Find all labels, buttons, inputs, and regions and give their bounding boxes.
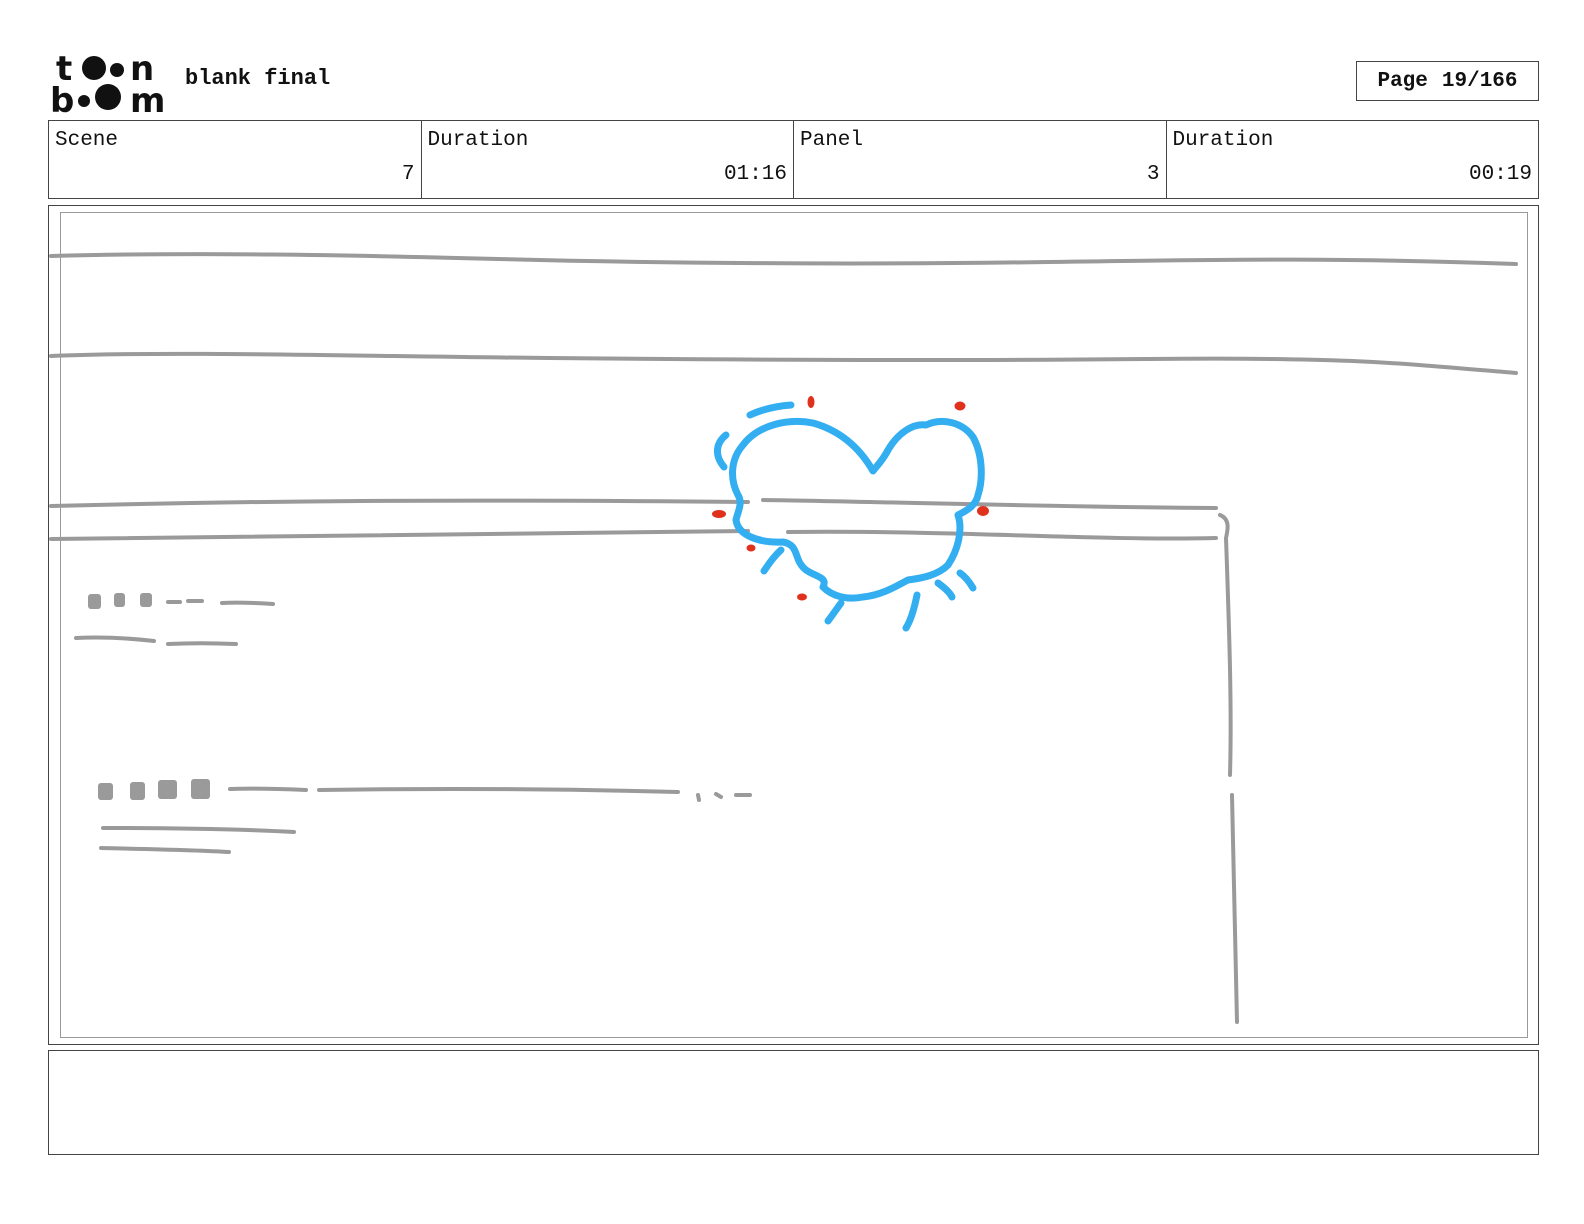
- sketch-mark: [114, 593, 125, 607]
- sketch-mark: [140, 593, 152, 607]
- impact-spark: [746, 544, 756, 552]
- impact-spark: [807, 396, 815, 408]
- sketch-mark: [98, 783, 113, 800]
- sketch-line: [74, 635, 156, 643]
- sketch-line: [166, 641, 238, 646]
- sketch-line: [49, 529, 750, 541]
- svg-text:m: m: [130, 81, 165, 114]
- sketch-line: [317, 786, 680, 794]
- sketch-mark: [191, 779, 210, 799]
- impact-cloud: [729, 417, 985, 602]
- panel-sketch: [49, 252, 1518, 1024]
- sketch-line: [49, 351, 1518, 375]
- scene-duration-label: Duration: [427, 129, 529, 152]
- impact-stroke: [934, 579, 956, 601]
- impact-stroke: [746, 401, 795, 419]
- panel-label: Panel: [800, 129, 864, 152]
- sketch-line: [228, 786, 308, 792]
- impact-spark: [797, 593, 807, 601]
- scene-duration-value: 01:16: [723, 163, 787, 186]
- sketch-line: [761, 498, 1218, 510]
- page-label: Page: [1377, 69, 1428, 93]
- page-indicator: Page 19/166: [1356, 61, 1539, 101]
- sketch-mark: [88, 594, 101, 609]
- sketch-line: [99, 846, 231, 854]
- impact-spark: [954, 401, 966, 411]
- panel-duration-value: 00:19: [1468, 163, 1532, 186]
- panel-notes-box: [48, 1050, 1539, 1155]
- impact-stroke: [824, 599, 845, 625]
- scene-duration-cell: Duration 01:16: [422, 121, 794, 198]
- svg-text:b: b: [50, 81, 74, 114]
- sketch-mark: [130, 782, 145, 800]
- sketch-line: [696, 793, 701, 802]
- sketch-line: [786, 529, 1218, 541]
- panel-duration-label: Duration: [1172, 129, 1274, 152]
- storyboard-info-table: Scene 7 Duration 01:16 Panel 3 Duration …: [48, 120, 1539, 199]
- scene-value: 7: [401, 163, 415, 186]
- sketch-line: [220, 600, 275, 606]
- sketch-line: [101, 826, 296, 834]
- sketch-line: [1230, 793, 1239, 1024]
- sketch-mark: [158, 780, 177, 799]
- panel-cell: Panel 3: [794, 121, 1167, 198]
- document-title: blank final: [185, 66, 331, 91]
- toon-boom-logo: t n b m: [50, 50, 165, 114]
- sketch-line: [49, 252, 1518, 266]
- panel-value: 3: [1146, 163, 1160, 186]
- scene-label: Scene: [55, 129, 119, 152]
- impact-stroke: [956, 569, 977, 592]
- sketch-line: [714, 792, 723, 799]
- panel-duration-cell: Duration 00:19: [1167, 121, 1539, 198]
- impact-stroke: [760, 546, 785, 575]
- impact-spark: [977, 506, 989, 516]
- impact-spark: [712, 510, 726, 518]
- sketch-line: [49, 498, 750, 508]
- sketch-line: [1218, 513, 1233, 777]
- impact-stroke: [714, 431, 730, 471]
- page-number: 19/166: [1441, 69, 1518, 93]
- scene-cell: Scene 7: [49, 121, 422, 198]
- impact-stroke: [902, 591, 921, 632]
